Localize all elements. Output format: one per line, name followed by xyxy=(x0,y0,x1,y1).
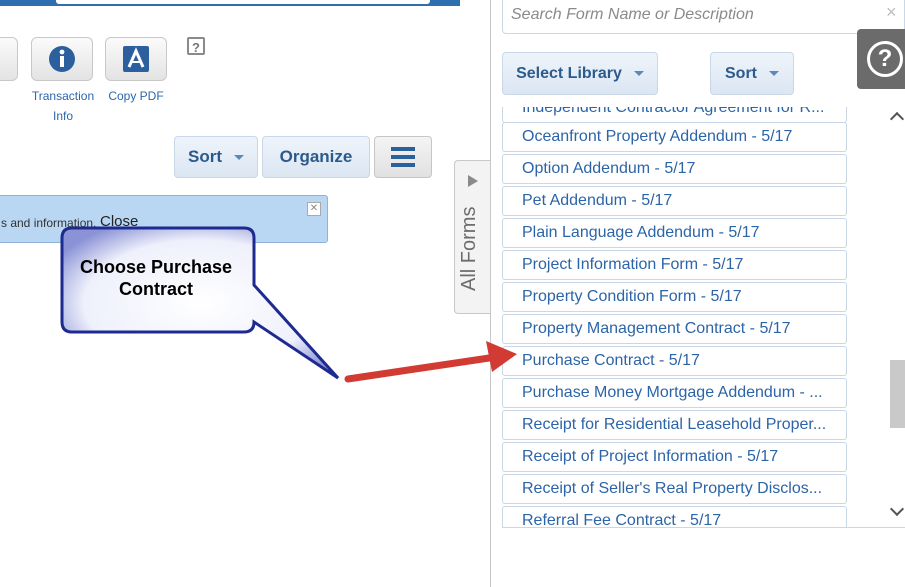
chevron-down-icon xyxy=(633,71,644,76)
list-item[interactable]: Oceanfront Property Addendum - 5/17 xyxy=(502,122,847,152)
callout-line-1: Choose Purchase xyxy=(79,257,233,277)
select-library-label: Select Library xyxy=(516,64,622,82)
all-forms-label: All Forms xyxy=(458,206,480,291)
list-item[interactable]: Receipt of Seller's Real Property Disclo… xyxy=(502,474,847,504)
callout-text: Choose Purchase Contract xyxy=(62,256,250,300)
chevron-down-icon[interactable] xyxy=(889,501,905,517)
scrollbar-thumb[interactable] xyxy=(890,360,905,428)
list-item[interactable]: Plain Language Addendum - 5/17 xyxy=(502,218,847,248)
list-item[interactable]: Option Addendum - 5/17 xyxy=(502,154,847,184)
forms-sort-button[interactable]: Sort xyxy=(710,52,794,95)
chevron-down-icon xyxy=(769,71,779,76)
forms-list: Independent Contractor Agreement for R..… xyxy=(502,107,905,527)
search-placeholder: Search Form Name or Description xyxy=(511,6,754,23)
list-item[interactable]: Independent Contractor Agreement for R..… xyxy=(502,107,847,123)
list-item[interactable]: Property Management Contract - 5/17 xyxy=(502,314,847,344)
list-item[interactable]: Referral Fee Contract - 5/17 xyxy=(502,506,847,527)
list-item[interactable]: Purchase Money Mortgage Addendum - ... xyxy=(502,378,847,408)
list-item-purchase-contract[interactable]: Purchase Contract - 5/17 xyxy=(502,346,847,376)
all-forms-tab[interactable]: All Forms xyxy=(454,160,490,314)
forms-sort-label: Sort xyxy=(725,64,757,82)
search-input[interactable]: Search Form Name or Description × xyxy=(502,0,905,34)
list-item[interactable]: Project Information Form - 5/17 xyxy=(502,250,847,280)
callout-line-2: Contract xyxy=(118,279,193,299)
list-item[interactable]: Receipt of Project Information - 5/17 xyxy=(502,442,847,472)
scrollbar[interactable] xyxy=(889,108,905,526)
list-item[interactable]: Pet Addendum - 5/17 xyxy=(502,186,847,216)
list-item[interactable]: Property Condition Form - 5/17 xyxy=(502,282,847,312)
clear-search-icon[interactable]: × xyxy=(886,2,897,23)
list-item[interactable]: Receipt for Residential Leasehold Proper… xyxy=(502,410,847,440)
select-library-button[interactable]: Select Library xyxy=(502,52,658,95)
list-divider xyxy=(502,527,905,528)
help-button[interactable]: ? xyxy=(857,29,905,89)
help-circle-icon: ? xyxy=(867,41,903,77)
chevron-up-icon[interactable] xyxy=(889,111,905,127)
